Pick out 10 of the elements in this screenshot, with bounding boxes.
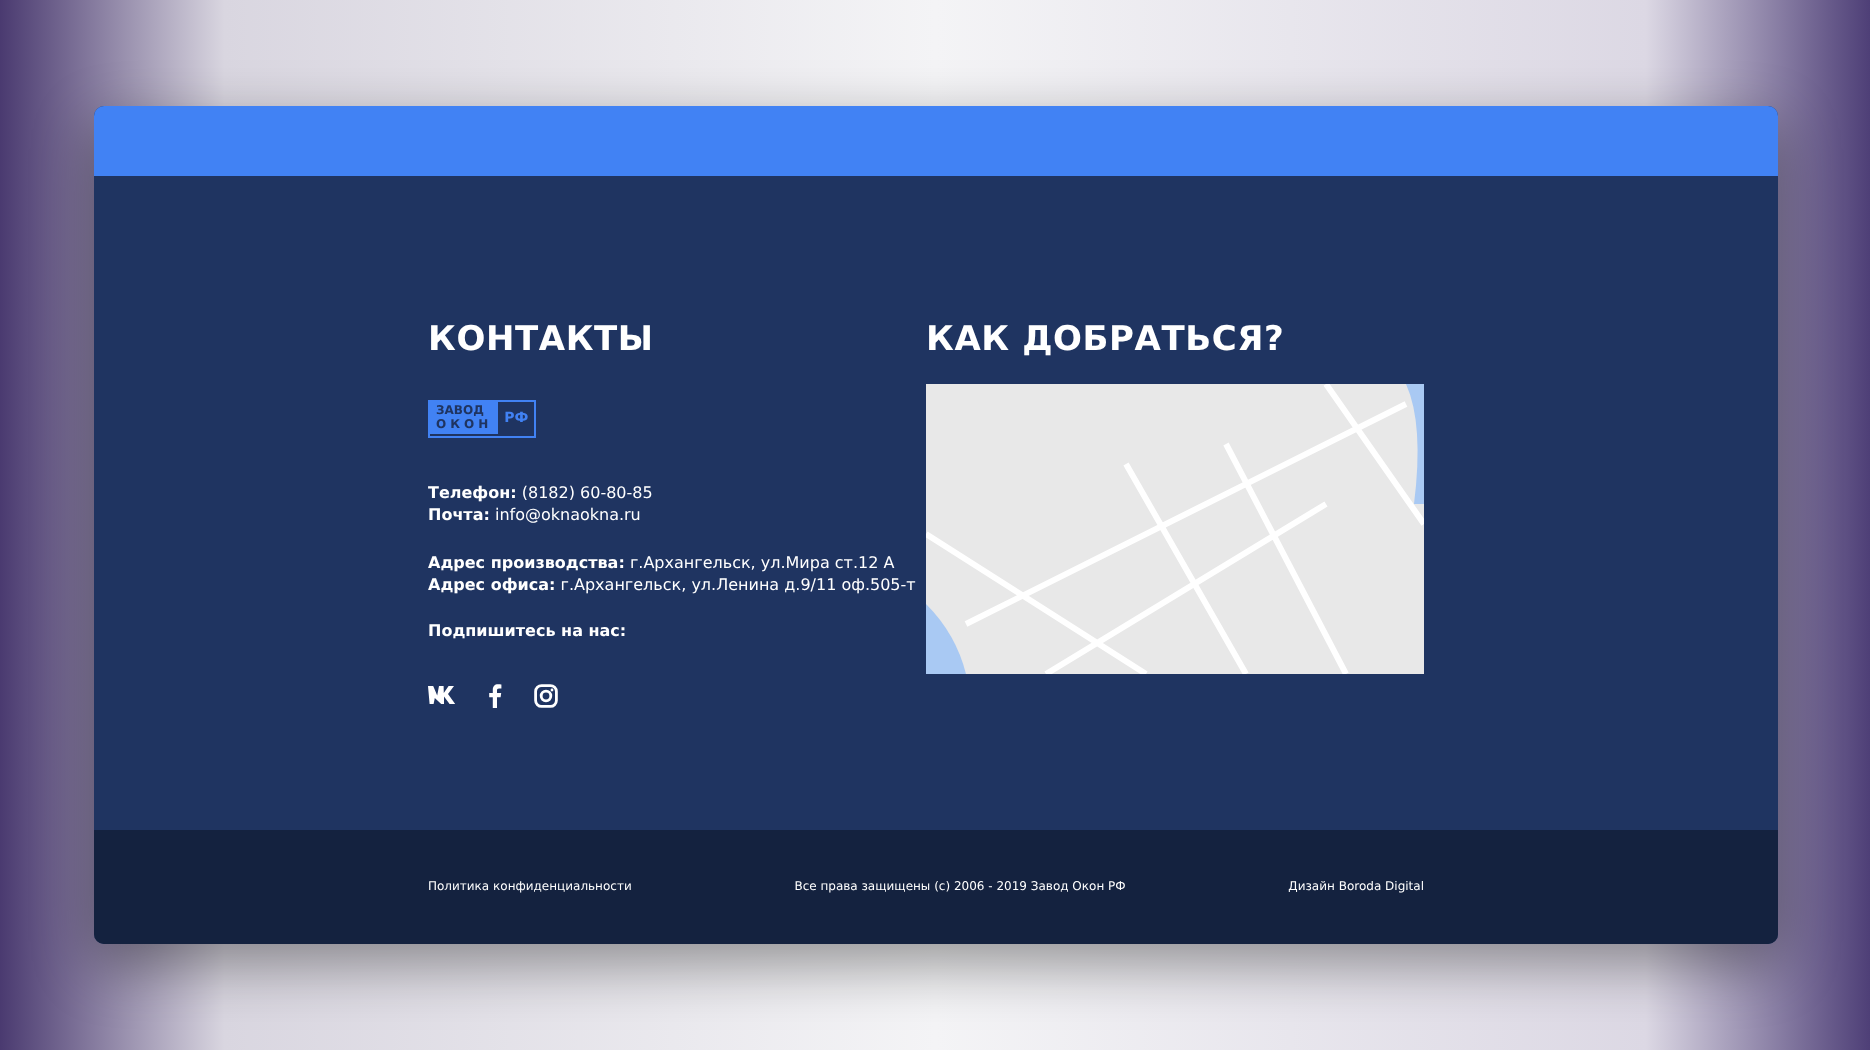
facebook-icon[interactable]: [488, 683, 502, 707]
contact-line: Адрес производства: г.Архангельск, ул.Мира ст.12 А: [428, 551, 897, 573]
subscribe-label: Подпишитесь на нас:: [428, 621, 629, 639]
contact-line: Адрес офиса: г.Архангельск, ул.Ленина д.9/11 оф.505-т: [428, 573, 918, 595]
vk-icon[interactable]: [428, 686, 456, 704]
directions-heading: КАК ДОБРАТЬСЯ?: [926, 320, 1287, 360]
contacts-heading: КОНТАКТЫ: [428, 320, 656, 360]
contact-line: Телефон: (8182) 60-80-85: [428, 481, 655, 503]
instagram-icon[interactable]: [534, 683, 558, 707]
contact-line: Почта: info@oknaokna.ru: [428, 503, 643, 525]
